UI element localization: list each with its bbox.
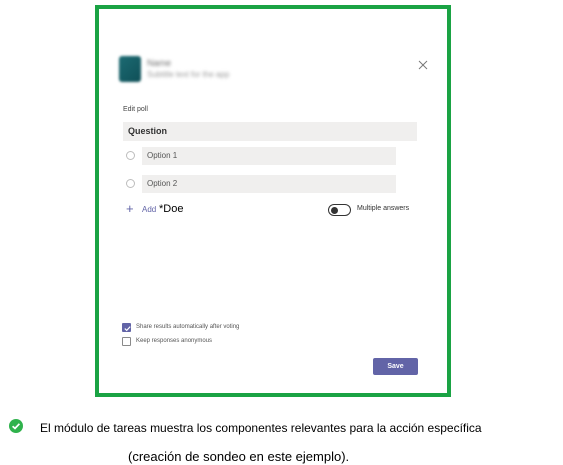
option-radio (126, 151, 135, 160)
poll-option-row: Option 1 (126, 147, 402, 165)
caption-line-1: El módulo de tareas muestra los componen… (40, 421, 482, 435)
share-results-checkbox[interactable] (122, 323, 131, 332)
keep-anonymous-label: Keep responses anonymous (136, 338, 213, 344)
task-module-dialog: Name Subtitle text for the app Edit poll… (95, 5, 451, 397)
multiple-answers-label: Multiple answers (357, 205, 410, 212)
toggle-switch[interactable] (328, 204, 351, 216)
add-option-label: Add (142, 205, 157, 214)
keep-anonymous-checkbox[interactable] (122, 337, 131, 346)
close-icon[interactable] (417, 59, 429, 71)
caption-line-2: (creación de sondeo en este ejemplo). (128, 449, 350, 464)
section-title: Edit poll (123, 106, 148, 113)
checkmark-icon (124, 326, 131, 332)
poll-option-row: Option 2 (126, 175, 402, 193)
toggle-knob (331, 206, 338, 214)
check-circle-icon (9, 419, 23, 433)
app-subtitle: Subtitle text for the app (147, 70, 230, 79)
option-1-input[interactable]: Option 1 (142, 147, 396, 165)
save-button[interactable]: Save (373, 358, 418, 375)
add-extra-text: *Doe (159, 203, 184, 215)
share-results-label: Share results automatically after voting (136, 324, 240, 330)
plus-icon: + (126, 201, 134, 216)
app-avatar (119, 56, 141, 82)
app-name: Name (147, 58, 172, 68)
app-header: Name Subtitle text for the app (119, 56, 419, 86)
question-input[interactable]: Question (123, 122, 417, 141)
option-radio (126, 179, 135, 188)
option-2-input[interactable]: Option 2 (142, 175, 396, 193)
